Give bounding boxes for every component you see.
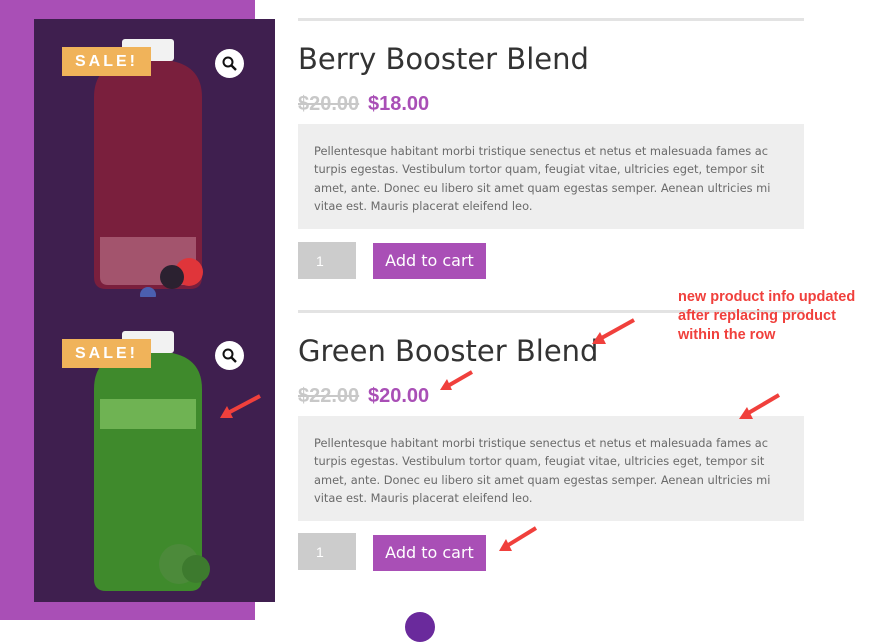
berry-bottle-image <box>94 39 203 297</box>
old-price: $20.00 <box>298 93 360 115</box>
annotation-note: new product info updated after replacing… <box>678 289 856 343</box>
zoom-button[interactable] <box>215 341 244 370</box>
red-arrow-icon <box>592 318 635 344</box>
product-title: Berry Booster Blend <box>298 42 589 76</box>
product-description: Pellentesque habitant morbi tristique se… <box>298 124 804 229</box>
add-to-cart-button[interactable]: Add to cart <box>373 243 486 279</box>
zoom-button[interactable] <box>215 49 244 78</box>
magnifier-icon <box>222 56 237 71</box>
red-arrow-icon <box>499 526 538 551</box>
divider <box>298 18 804 21</box>
magnifier-icon <box>222 348 237 363</box>
pagination-dot[interactable] <box>405 612 435 642</box>
sale-price: $18.00 <box>368 93 430 115</box>
product-title: Green Booster Blend <box>298 334 599 368</box>
quantity-input[interactable] <box>298 533 356 570</box>
description-text: Pellentesque habitant morbi tristique se… <box>314 144 771 213</box>
red-arrow-icon <box>220 394 261 418</box>
description-text: Pellentesque habitant morbi tristique se… <box>314 436 771 505</box>
green-bottle-image <box>94 331 210 591</box>
sale-badge: SALE! <box>62 339 151 368</box>
product-image-berry[interactable]: SALE! <box>34 19 275 311</box>
product-description: Pellentesque habitant morbi tristique se… <box>298 416 804 521</box>
sale-price: $20.00 <box>368 385 430 407</box>
old-price: $22.00 <box>298 385 360 407</box>
quantity-input[interactable] <box>298 242 356 279</box>
product-image-green[interactable]: SALE! <box>34 311 275 603</box>
red-arrow-icon <box>440 370 473 390</box>
red-arrow-icon <box>739 393 781 419</box>
sale-badge: SALE! <box>62 47 151 76</box>
add-to-cart-button[interactable]: Add to cart <box>373 535 486 571</box>
